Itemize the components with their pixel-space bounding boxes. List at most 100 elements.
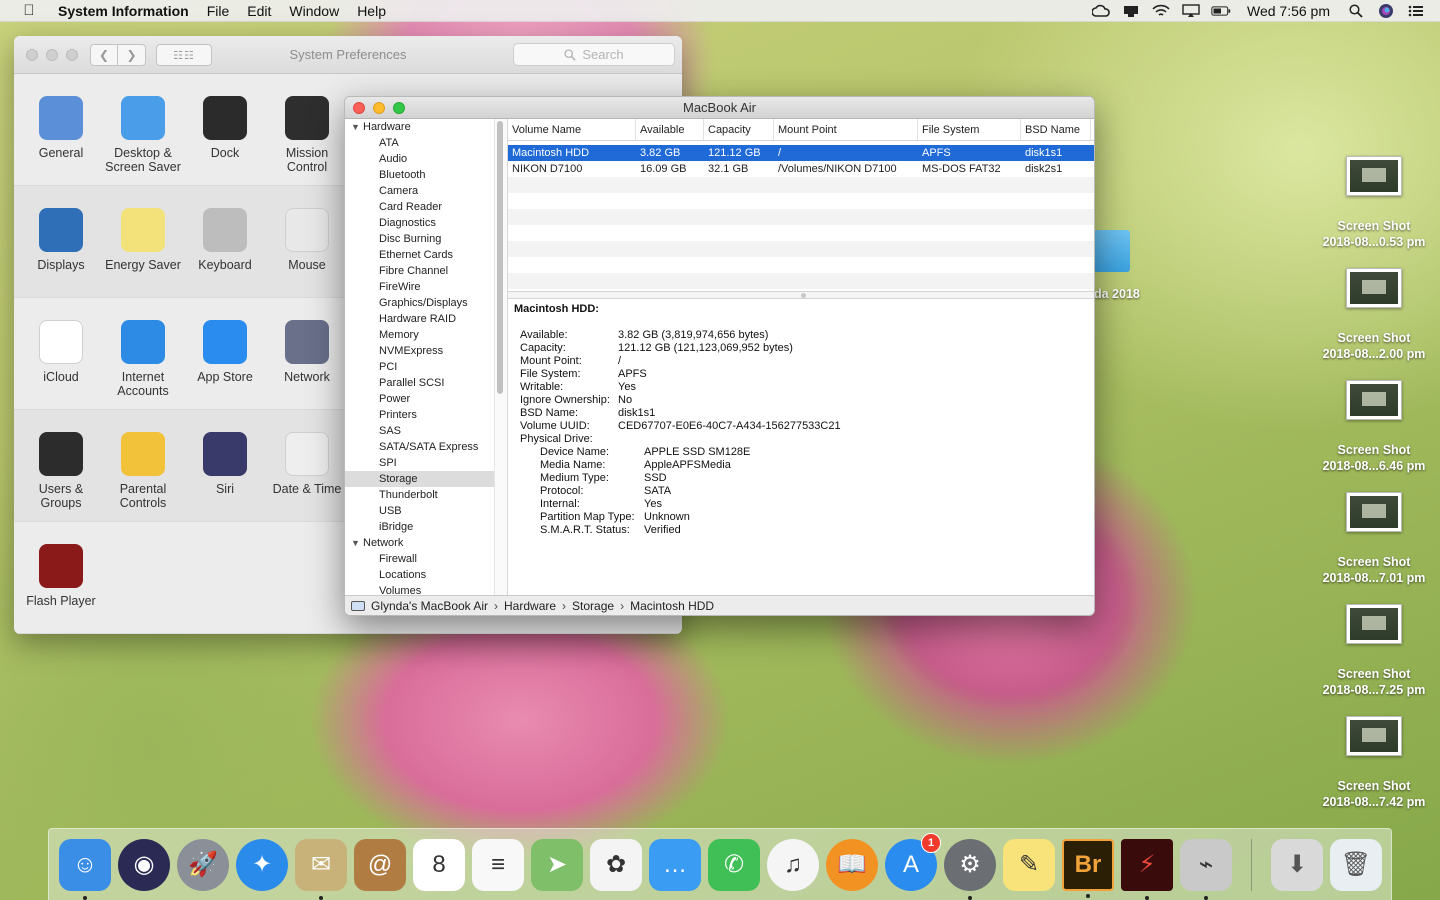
pref-pane-item[interactable]: iCloud bbox=[20, 320, 102, 384]
contacts-icon[interactable]: @ bbox=[354, 838, 406, 891]
desktop-folder-icon[interactable] bbox=[1094, 230, 1130, 272]
sidebar-item[interactable]: Storage bbox=[345, 471, 494, 487]
desktop-file[interactable]: Screen Shot 2018-08...6.46 pm bbox=[1314, 380, 1434, 474]
sidebar-scrollbar-thumb[interactable] bbox=[497, 121, 503, 394]
pref-pane-item[interactable]: Flash Player bbox=[20, 544, 102, 608]
sidebar-item[interactable]: Printers bbox=[345, 407, 494, 423]
ibooks-icon[interactable]: 📖 bbox=[826, 838, 878, 891]
desktop-folder-label[interactable]: da 2018 bbox=[1094, 287, 1140, 301]
column-header[interactable]: Volume Name bbox=[508, 119, 636, 140]
sidebar-item[interactable]: Ethernet Cards bbox=[345, 247, 494, 263]
sidebar-item[interactable]: ATA bbox=[345, 135, 494, 151]
column-header[interactable]: BSD Name bbox=[1021, 119, 1091, 140]
pref-pane-item[interactable]: Desktop & Screen Saver bbox=[102, 96, 184, 174]
sidebar-group-network[interactable]: ▼ Network bbox=[345, 535, 494, 551]
path-component[interactable]: Storage bbox=[572, 599, 614, 613]
column-header[interactable]: Mount Point bbox=[774, 119, 918, 140]
sidebar-item[interactable]: SAS bbox=[345, 423, 494, 439]
finder-icon[interactable]: ☺ bbox=[59, 838, 111, 900]
clock[interactable]: Wed 7:56 pm bbox=[1241, 3, 1336, 19]
path-component[interactable]: Macintosh HDD bbox=[630, 599, 714, 613]
pref-pane-item[interactable]: Mission Control bbox=[266, 96, 348, 174]
battery-icon[interactable] bbox=[1211, 3, 1231, 19]
photos-icon[interactable]: ✿ bbox=[590, 838, 642, 891]
acrobat-icon[interactable]: ⚡ bbox=[1121, 838, 1173, 900]
pref-pane-item[interactable]: Mouse bbox=[266, 208, 348, 272]
siri-menu-icon[interactable] bbox=[1376, 3, 1396, 19]
pref-pane-item[interactable]: Internet Accounts bbox=[102, 320, 184, 398]
reminders-icon[interactable]: ≡ bbox=[472, 838, 524, 891]
pref-pane-item[interactable]: App Store bbox=[184, 320, 266, 384]
notification-center-icon[interactable] bbox=[1406, 3, 1426, 19]
pref-pane-item[interactable]: Parental Controls bbox=[102, 432, 184, 510]
creative-cloud-icon[interactable] bbox=[1091, 3, 1111, 19]
calendar-icon[interactable]: 8 bbox=[413, 838, 465, 891]
safari-icon[interactable]: ✦ bbox=[236, 838, 288, 891]
zoom-button[interactable] bbox=[393, 102, 405, 114]
trash-icon[interactable]: 🗑 bbox=[1330, 838, 1382, 891]
sidebar-item[interactable]: Thunderbolt bbox=[345, 487, 494, 503]
disclosure-triangle-icon[interactable]: ▼ bbox=[351, 119, 363, 135]
pref-pane-item[interactable]: Siri bbox=[184, 432, 266, 496]
facetime-icon[interactable]: ✆ bbox=[708, 838, 760, 891]
siri-icon[interactable]: ◉ bbox=[118, 838, 170, 891]
close-button[interactable] bbox=[353, 102, 365, 114]
bridge-icon[interactable]: Br bbox=[1062, 838, 1114, 898]
sidebar-item[interactable]: Fibre Channel bbox=[345, 263, 494, 279]
pref-pane-item[interactable]: Users & Groups bbox=[20, 432, 102, 510]
pref-pane-item[interactable]: Energy Saver bbox=[102, 208, 184, 272]
menu-help[interactable]: Help bbox=[348, 0, 395, 22]
maps-icon[interactable]: ➤ bbox=[531, 838, 583, 891]
pref-pane-item[interactable]: Displays bbox=[20, 208, 102, 272]
menu-file[interactable]: File bbox=[198, 0, 239, 22]
search-field[interactable]: Search bbox=[513, 43, 675, 66]
sidebar-item[interactable]: Parallel SCSI bbox=[345, 375, 494, 391]
minimize-button[interactable] bbox=[373, 102, 385, 114]
apple-menu-icon[interactable]:  bbox=[20, 2, 38, 20]
sidebar-item[interactable]: Firewall bbox=[345, 551, 494, 567]
pref-pane-item[interactable]: Network bbox=[266, 320, 348, 384]
sidebar-item[interactable]: Graphics/Displays bbox=[345, 295, 494, 311]
pref-pane-item[interactable]: General bbox=[20, 96, 102, 160]
sidebar-item[interactable]: PCI bbox=[345, 359, 494, 375]
wifi-icon[interactable] bbox=[1151, 3, 1171, 19]
app-store-icon[interactable]: A1 bbox=[885, 832, 941, 891]
menu-window[interactable]: Window bbox=[280, 0, 348, 22]
split-view-divider[interactable] bbox=[508, 291, 1094, 299]
menu-edit[interactable]: Edit bbox=[238, 0, 280, 22]
sidebar-item[interactable]: Audio bbox=[345, 151, 494, 167]
table-row[interactable]: Macintosh HDD 3.82 GB 121.12 GB / APFS disk1s… bbox=[508, 145, 1094, 161]
sidebar-item[interactable]: SATA/SATA Express bbox=[345, 439, 494, 455]
notification-icon[interactable] bbox=[1121, 3, 1141, 19]
messages-icon[interactable]: … bbox=[649, 838, 701, 891]
sidebar-item[interactable]: Card Reader bbox=[345, 199, 494, 215]
sidebar-item[interactable]: USB bbox=[345, 503, 494, 519]
sidebar-item[interactable]: SPI bbox=[345, 455, 494, 471]
system-preferences-icon[interactable]: ⚙ bbox=[944, 838, 996, 900]
downloads-icon[interactable]: ⬇ bbox=[1271, 838, 1323, 891]
sidebar-item[interactable]: Locations bbox=[345, 567, 494, 583]
pref-pane-item[interactable]: Keyboard bbox=[184, 208, 266, 272]
table-row[interactable]: NIKON D7100 16.09 GB 32.1 GB/Volumes/NIKON… bbox=[508, 161, 1094, 177]
desktop-file[interactable]: Screen Shot 2018-08...7.01 pm bbox=[1314, 492, 1434, 586]
sidebar-item[interactable]: Hardware RAID bbox=[345, 311, 494, 327]
spotlight-search-icon[interactable] bbox=[1346, 3, 1366, 19]
system-information-icon[interactable]: ⌁ bbox=[1180, 838, 1232, 900]
desktop-file[interactable]: Screen Shot 2018-08...0.53 pm bbox=[1314, 156, 1434, 250]
disclosure-triangle-icon[interactable]: ▼ bbox=[351, 535, 363, 551]
sidebar-item[interactable]: Bluetooth bbox=[345, 167, 494, 183]
notes-icon[interactable]: ✎ bbox=[1003, 838, 1055, 891]
airplay-icon[interactable] bbox=[1181, 3, 1201, 19]
desktop-file[interactable]: Screen Shot 2018-08...7.25 pm bbox=[1314, 604, 1434, 698]
sidebar-item[interactable]: Power bbox=[345, 391, 494, 407]
sidebar-item[interactable]: Diagnostics bbox=[345, 215, 494, 231]
pref-pane-item[interactable]: Dock bbox=[184, 96, 266, 160]
sidebar-item[interactable]: FireWire bbox=[345, 279, 494, 295]
path-component[interactable]: Glynda's MacBook Air bbox=[371, 599, 488, 613]
sidebar-item[interactable]: NVMExpress bbox=[345, 343, 494, 359]
app-menu[interactable]: System Information bbox=[52, 0, 198, 22]
sidebar-item[interactable]: Disc Burning bbox=[345, 231, 494, 247]
pref-pane-item[interactable]: Date & Time bbox=[266, 432, 348, 496]
preview-icon[interactable]: ✉ bbox=[295, 838, 347, 900]
sidebar-group-hardware[interactable]: ▼ Hardware bbox=[345, 119, 494, 135]
